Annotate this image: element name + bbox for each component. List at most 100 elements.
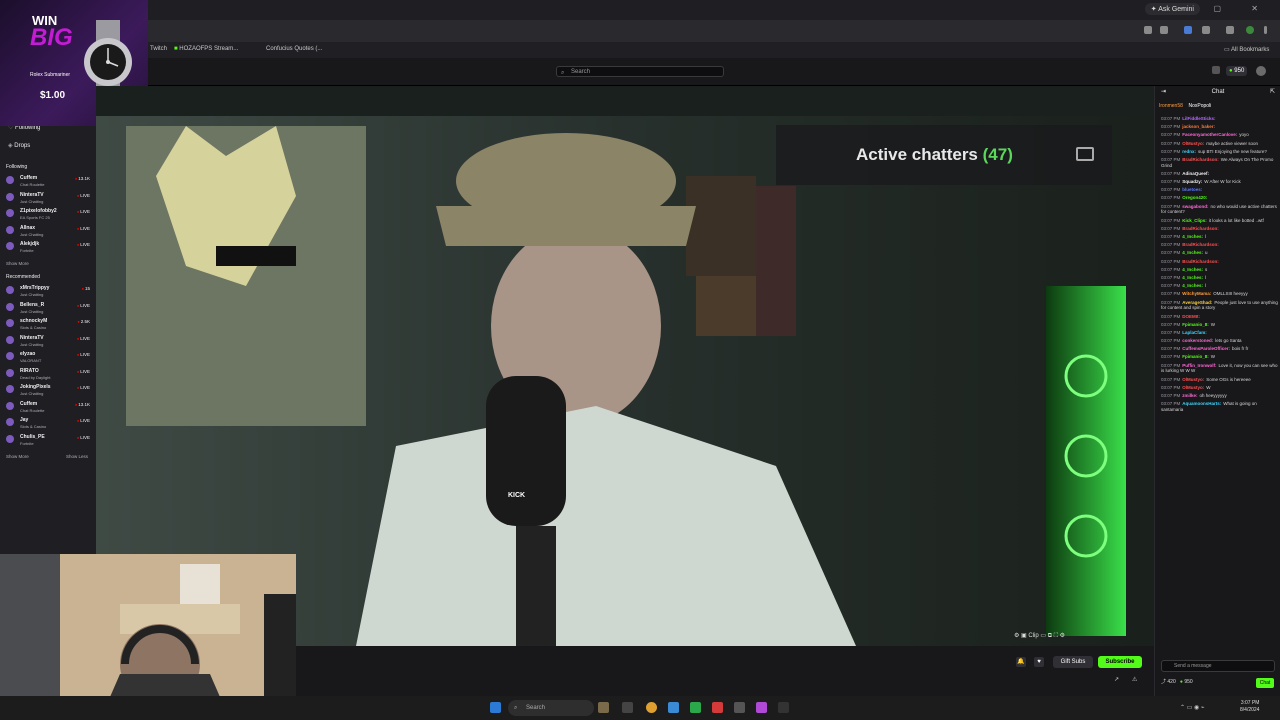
chat-message[interactable]: 03:07 PM BradRichardson: [1161,226,1279,232]
chat-message[interactable]: 03:07 PM 4_Inches: l [1161,283,1279,289]
popout-chat-icon[interactable]: ⇱ [1270,86,1275,98]
sidebar-channel[interactable]: Z1pixelofobby2EA Sports FC 25 LIVE [6,207,92,223]
show-more-link-2[interactable]: Show More [6,454,29,459]
chat-message[interactable]: 03:07 PM DOEMIt: [1161,314,1279,320]
star-icon[interactable] [1160,26,1168,34]
chat-message[interactable]: 03:07 PM FaceonyamotherCanlove: yoyo [1161,132,1279,138]
chat-username[interactable]: 4_Inches: [1182,283,1203,288]
cog-icon[interactable]: ⚙ [1060,633,1065,639]
gift-subs-button[interactable]: Gift Subs [1053,656,1093,668]
obs-icon[interactable] [756,702,767,713]
chat-username[interactable]: LilFiddleSticks: [1182,116,1215,121]
chat-message[interactable]: 03:07 PM rednx: sup BTI Enjoying the new f… [1161,149,1279,155]
chat-username[interactable]: AverageShad: [1182,300,1212,305]
profile-avatar[interactable] [1246,26,1254,34]
show-more-link[interactable]: Show More [6,261,29,266]
chat-username[interactable]: WitchyMama: [1182,291,1211,296]
collapse-chat-icon[interactable]: ⇥ [1161,86,1166,98]
sidebar-channel[interactable]: xMrsTrippyyJust Chatting 15 [6,284,92,300]
chat-message[interactable]: 03:07 PM swagabond: no who would use activ… [1161,204,1279,216]
chat-username[interactable]: OlMustyo: [1182,141,1204,146]
site-search-input[interactable]: ⌕ Search [556,66,724,77]
chat-message[interactable]: 03:07 PM Fpimanio_8: W [1161,354,1279,360]
all-bookmarks[interactable]: ▭ All Bookmarks [1224,46,1269,53]
chat-username[interactable]: 4_Inches: [1182,275,1203,280]
chat-message[interactable]: 03:07 PM BradRichardson: [1161,259,1279,265]
follow-heart-icon[interactable]: ♥ [1034,657,1044,667]
chat-message[interactable]: 03:07 PM 4_Inches: s [1161,267,1279,273]
chat-username[interactable]: 4_Inches: [1182,234,1203,239]
extension-icon[interactable] [1184,26,1192,34]
chat-username[interactable]: 4_Inches: [1182,267,1203,272]
sidebar-channel[interactable]: CuffemChat Roulette 13.1K [6,400,92,416]
chat-username[interactable]: jackson_baker: [1182,124,1215,129]
chat-message[interactable]: 03:07 PM Squadzy: W After W for Kick [1161,179,1279,185]
sidebar-channel[interactable]: JaySlots & Casino LIVE [6,416,92,432]
chat-message[interactable]: 03:07 PM BradRichardson: [1161,242,1279,248]
chat-input[interactable]: Send a message [1161,660,1275,672]
chat-message[interactable]: 03:07 PM OlMustyo: maybe active viewer soo… [1161,141,1279,147]
chat-username[interactable]: bluetoes: [1182,187,1202,192]
sidebar-channel[interactable]: AllnaxJust Chatting LIVE [6,224,92,240]
chat-message[interactable]: 03:07 PM AverageShad: People just love to … [1161,300,1279,312]
taskbar-search[interactable]: ⌕ Search [508,700,594,716]
chat-username[interactable]: Oregon420: [1182,195,1207,200]
top-user-1[interactable]: Ironmen58 [1159,103,1183,109]
chat-message[interactable]: 03:07 PM Puffin_Ironwolf: Love it, now you… [1161,363,1279,375]
sidebar-channel[interactable]: AlekjdjkFortnite LIVE [6,240,92,256]
player-settings-icon[interactable]: ⚙ [1014,633,1021,639]
zoom-icon[interactable] [1144,26,1152,34]
chat-message[interactable]: 03:07 PM Fpimanio_8: W [1161,322,1279,328]
system-tray[interactable]: ⌃ ▭ ◉ ⌁ [1180,704,1205,711]
chat-message[interactable]: 03:07 PM LaplaCfam: [1161,330,1279,336]
sidebar-channel[interactable]: CuffemChat Roulette 13.1K [6,174,92,190]
xbox-icon[interactable] [690,702,701,713]
chat-message[interactable]: 03:07 PM jackson_baker: [1161,124,1279,130]
chat-username[interactable]: rednx: [1182,149,1196,154]
app-icon-red[interactable] [712,702,723,713]
chat-message[interactable]: 03:07 PM Kick_Clips: it looks a lot like b… [1161,218,1279,224]
chat-message[interactable]: 03:07 PM bluetoes: [1161,187,1279,193]
chat-username[interactable]: FaceonyamotherCanlove: [1182,132,1237,137]
chat-username[interactable]: BradRichardson: [1182,157,1219,162]
sidebar-channel[interactable]: elyzaoVALORANT LIVE [6,350,92,366]
chat-message[interactable]: 03:07 PM CuffemsParoleOfficer: bois fr fr [1161,346,1279,352]
chat-username[interactable]: OlMustyo: [1182,385,1204,390]
bookmark-confucius[interactable]: Confucius Quotes (... [266,46,322,52]
sidebar-channel[interactable]: Chulis_PEFortnite LIVE [6,433,92,449]
sidebar-channel[interactable]: RIRATODead by Daylight LIVE [6,367,92,383]
task-view-icon[interactable] [622,702,633,713]
clip-button[interactable]: ▣ Clip [1021,633,1039,639]
chat-username[interactable]: Fpimanio_8: [1182,322,1209,327]
chat-username[interactable]: BradRichardson: [1182,242,1219,247]
share-icon[interactable]: ↗ [1114,676,1119,683]
sidebar-channel[interactable]: Bellens_RJust Chatting LIVE [6,301,92,317]
chat-message[interactable]: 03:07 PM OlMustyo: Some OGs is hereeee [1161,377,1279,383]
start-menu-icon[interactable] [490,702,501,713]
chat-message[interactable]: 03:07 PM AquamoonsHarts: What is going on … [1161,401,1279,413]
chat-username[interactable]: swagabond: [1182,204,1208,209]
edge-icon[interactable] [668,702,679,713]
chat-message-list[interactable]: 03:07 PM LilFiddleSticks: 03:07 PM jackson_… [1161,116,1279,656]
chat-message[interactable]: 03:07 PM AdinaQueef: [1161,171,1279,177]
points-badge[interactable]: ● 950 [1226,66,1248,76]
chat-message[interactable]: 03:07 PM 4_Inches: u [1161,250,1279,256]
theater-icon[interactable]: ▭ [1040,633,1047,639]
chat-username[interactable]: zmilke: [1182,393,1197,398]
chat-username[interactable]: Puffin_Ironwolf: [1182,363,1216,368]
chat-username[interactable]: Squadzy: [1182,179,1202,184]
chat-message[interactable]: 03:07 PM OlMustyo: W [1161,385,1279,391]
sidebar-channel[interactable]: NinteraTVJust Chatting LIVE [6,334,92,350]
report-icon[interactable]: ⚠ [1132,676,1137,683]
app-icon-dark[interactable] [778,702,789,713]
subscribe-button[interactable]: Subscribe [1098,656,1142,668]
chat-username[interactable]: BradRichardson: [1182,226,1219,231]
sidebar-channel[interactable]: schnockyMSlots & Casino 2.5K [6,317,92,333]
taskbar-clock[interactable]: 3:07 PM 8/4/2024 [1240,700,1259,714]
chat-username[interactable]: AdinaQueef: [1182,171,1209,176]
terminal-icon[interactable] [734,702,745,713]
chat-message[interactable]: 03:07 PM WitchyMama: OMLLSIII heeyyy [1161,291,1279,297]
chat-username[interactable]: LaplaCfam: [1182,330,1207,335]
chat-username[interactable]: OlMustyo: [1182,377,1204,382]
widgets-icon[interactable] [598,702,609,713]
